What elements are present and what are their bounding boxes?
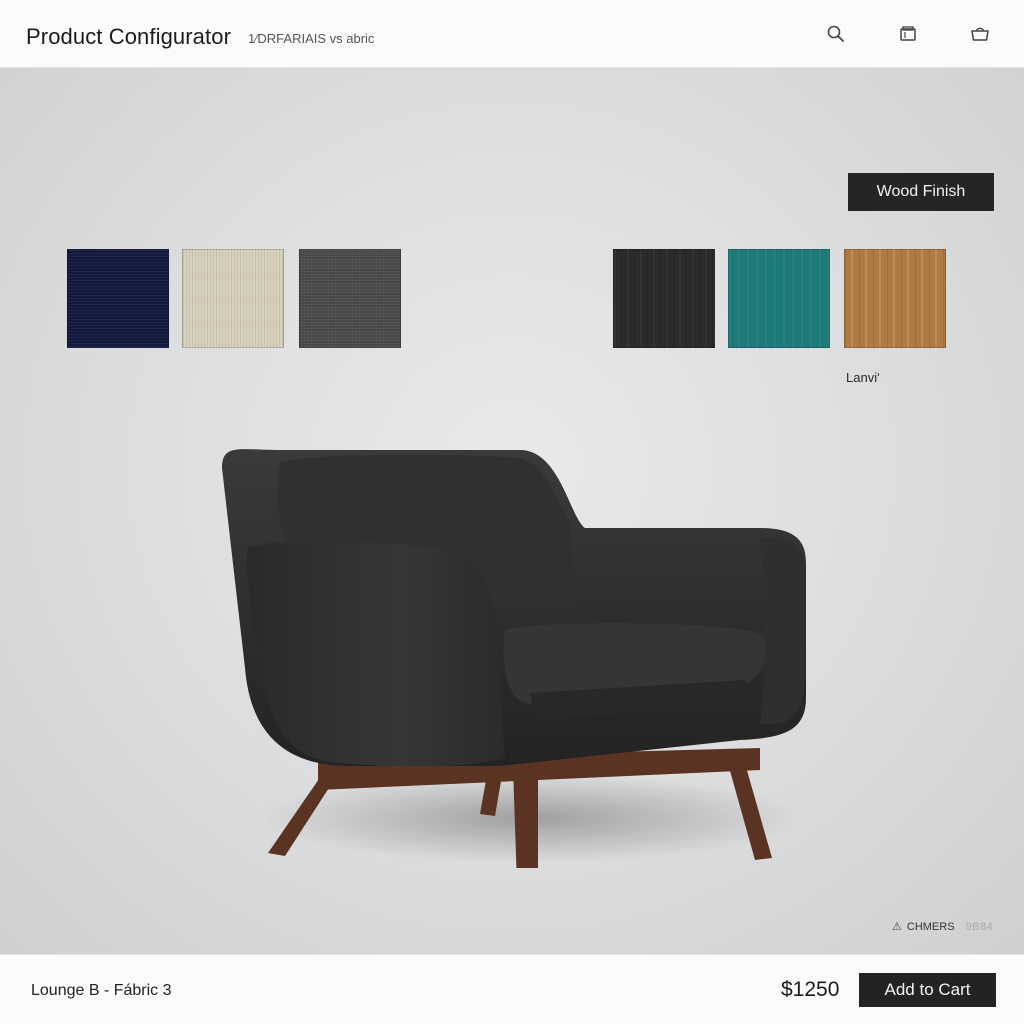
warning-icon: ⚠ <box>892 921 902 933</box>
swatch-caption: Lanviʹ <box>846 370 880 385</box>
wood-swatch-oak[interactable] <box>844 249 946 348</box>
search-icon[interactable] <box>824 22 848 46</box>
armchair-preview <box>222 449 806 868</box>
fabric-swatch-charcoal[interactable] <box>299 249 401 348</box>
product-name: Lounge B - Fábric 3 <box>31 982 172 999</box>
app-title: Product Configurator <box>26 24 231 49</box>
fabric-swatch-navy[interactable] <box>67 249 169 348</box>
wood-finish-label: Wood Finish <box>848 173 994 211</box>
header-bar: Product Configurator 1⁄DRFARIAIS vs abri… <box>0 0 1024 68</box>
wood-swatch-ebony[interactable] <box>613 249 715 348</box>
footer-bar: Lounge B - Fábric 3 $1250 Add to Cart <box>0 954 1024 1024</box>
app-subtitle: 1⁄DRFARIAIS vs abric <box>248 31 375 46</box>
view-badge: ⚠ CHMERS 9B84 <box>892 920 994 934</box>
add-to-cart-button[interactable]: Add to Cart <box>859 973 996 1007</box>
wood-swatch-teal[interactable] <box>728 249 830 348</box>
badge-code: 9B84 <box>965 920 994 933</box>
compare-icon[interactable] <box>896 22 920 46</box>
badge-label: CHMERS <box>906 920 955 933</box>
product-stage: Wood Finish Lanviʹ ⚠ CHMERS 9B84 <box>0 68 1024 954</box>
cart-icon[interactable] <box>968 22 992 46</box>
fabric-swatch-beige[interactable] <box>182 249 284 348</box>
price-label: $1250 <box>781 978 840 1001</box>
